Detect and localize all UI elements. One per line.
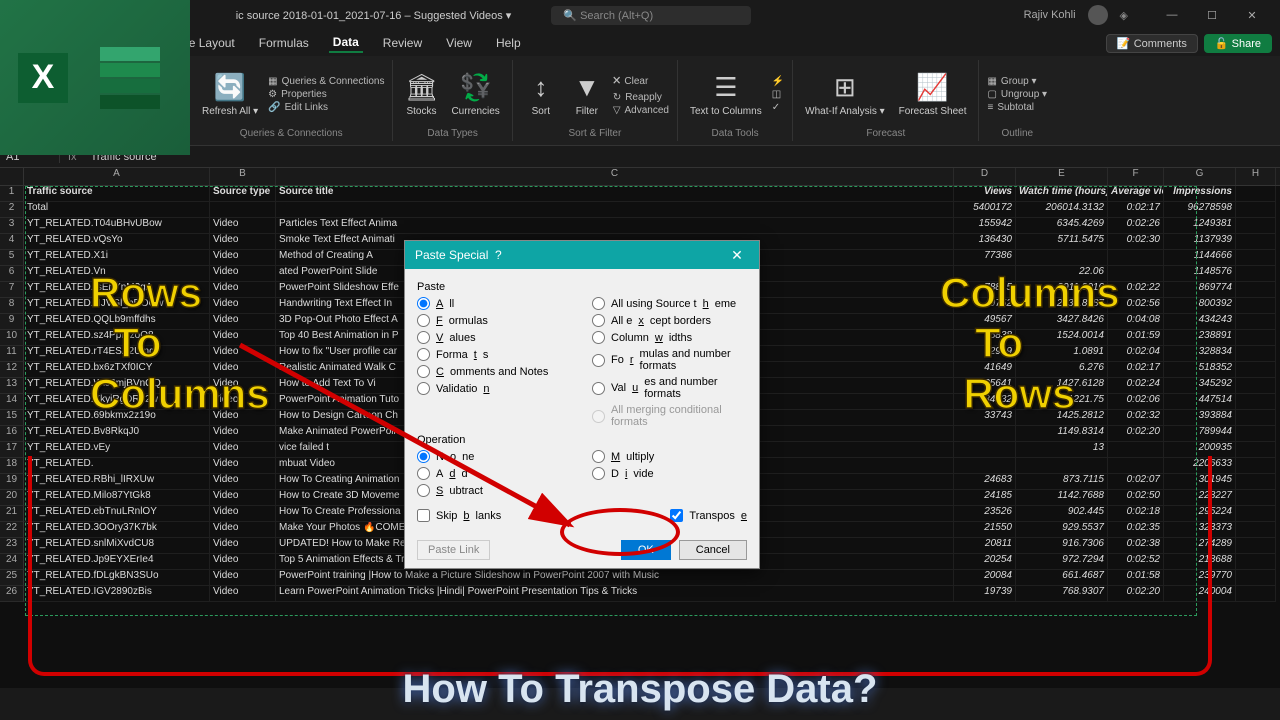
check-skip-blanks[interactable]: Skip blanks xyxy=(417,507,501,524)
radio-subtract[interactable]: Subtract xyxy=(417,482,572,499)
radio-except-borders[interactable]: All except borders xyxy=(592,312,747,329)
radio-formulas-formats[interactable]: Formulas and number formats xyxy=(592,346,747,374)
reapply-button[interactable]: ↻ Reapply xyxy=(613,92,669,103)
radio-add[interactable]: Add xyxy=(417,465,572,482)
menu-bar: File Home Insert Page Layout Formulas Da… xyxy=(0,30,1280,56)
dialog-close-icon[interactable]: ✕ xyxy=(725,247,749,264)
col-G[interactable]: G xyxy=(1164,168,1236,185)
paste-special-dialog: Paste Special ? ✕ Paste All Formulas Val… xyxy=(404,240,760,569)
menu-formulas[interactable]: Formulas xyxy=(255,34,313,52)
radio-multiply[interactable]: Multiply xyxy=(592,448,747,465)
user-avatar-icon[interactable] xyxy=(1088,5,1108,25)
diamond-icon[interactable]: ◈ xyxy=(1120,9,1128,22)
group-label: Queries & Connections xyxy=(198,126,384,139)
stocks-button[interactable]: 🏛Stocks xyxy=(401,70,441,119)
menu-view[interactable]: View xyxy=(442,34,476,52)
document-title[interactable]: ic source 2018-01-01_2021-07-16 – Sugges… xyxy=(236,9,512,22)
dialog-help-icon[interactable]: ? xyxy=(488,248,508,262)
table-row[interactable]: 25 YT_RELATED.fDLgkBN3SUoVideoPowerPoint… xyxy=(0,570,1280,586)
sort-button[interactable]: ↕Sort xyxy=(521,70,561,119)
flash-fill-icon[interactable]: ⚡ xyxy=(772,76,784,87)
col-H[interactable]: H xyxy=(1236,168,1276,185)
radio-formulas[interactable]: Formulas xyxy=(417,312,572,329)
table-row[interactable]: 26 YT_RELATED.IGV2890zBisVideoLearn Powe… xyxy=(0,586,1280,602)
column-headers: A B C D E F G H xyxy=(0,168,1280,186)
filter-button[interactable]: ▼Filter xyxy=(567,70,607,119)
col-B[interactable]: B xyxy=(210,168,276,185)
col-A[interactable]: A xyxy=(24,168,210,185)
radio-formats[interactable]: Formats xyxy=(417,346,572,363)
video-caption: How To Transpose Data? xyxy=(0,667,1280,712)
data-validation-icon[interactable]: ✓ xyxy=(772,102,784,113)
ungroup-button[interactable]: ▢ Ungroup ▾ xyxy=(987,89,1047,100)
radio-validation[interactable]: Validation xyxy=(417,380,572,397)
remove-dup-icon[interactable]: ◫ xyxy=(772,89,784,100)
col-D[interactable]: D xyxy=(954,168,1016,185)
radio-none[interactable]: None xyxy=(417,448,572,465)
radio-all[interactable]: All xyxy=(417,295,572,312)
radio-col-widths[interactable]: Column widths xyxy=(592,329,747,346)
radio-divide[interactable]: Divide xyxy=(592,465,747,482)
search-input[interactable]: 🔍 Search (Alt+Q) xyxy=(551,6,751,25)
radio-source-theme[interactable]: All using Source theme xyxy=(592,295,747,312)
menu-data[interactable]: Data xyxy=(329,33,363,53)
col-C[interactable]: C xyxy=(276,168,954,185)
overlay-rows-to-columns: Rows ToColumns xyxy=(90,268,270,419)
table-row[interactable]: 2 Total 5400172206014.3132 0:02:17962785… xyxy=(0,202,1280,218)
comments-button[interactable]: 📝 Comments xyxy=(1106,34,1198,53)
properties-button[interactable]: ⚙ Properties xyxy=(268,89,384,100)
check-transpose[interactable]: Transpose xyxy=(670,507,747,524)
radio-values-formats[interactable]: Values and number formats xyxy=(592,374,747,402)
ok-button[interactable]: OK xyxy=(621,540,671,560)
paste-link-button: Paste Link xyxy=(417,540,490,560)
clear-button[interactable]: 🗙 Clear xyxy=(613,73,669,90)
window-titlebar: AutoSave ic source 2018-01-01_2021-07-16… xyxy=(0,0,1280,30)
subtotal-button[interactable]: ≡ Subtotal xyxy=(987,102,1047,113)
dialog-title: Paste Special xyxy=(415,248,488,262)
maximize-button[interactable]: ☐ xyxy=(1192,1,1232,29)
radio-merge-conditional: All merging conditional formats xyxy=(592,402,747,430)
refresh-all-button[interactable]: 🔄Refresh All ▾ xyxy=(198,70,262,119)
menu-review[interactable]: Review xyxy=(379,34,426,52)
group-label: Data Tools xyxy=(686,126,784,139)
group-label: Data Types xyxy=(401,126,503,139)
menu-help[interactable]: Help xyxy=(492,34,525,52)
operation-group-label: Operation xyxy=(417,434,747,446)
radio-values[interactable]: Values xyxy=(417,329,572,346)
forecast-sheet-button[interactable]: 📈Forecast Sheet xyxy=(895,70,971,119)
overlay-columns-to-rows: Columns To Rows xyxy=(940,268,1120,419)
radio-comments[interactable]: Comments and Notes xyxy=(417,363,572,380)
formula-bar: A1 fx Traffic source xyxy=(0,146,1280,168)
group-button[interactable]: ▦ Group ▾ xyxy=(987,76,1047,87)
group-label: Sort & Filter xyxy=(521,126,669,139)
excel-logo-overlay: X xyxy=(0,0,190,155)
table-row[interactable]: 3 YT_RELATED.T04uBHvUBowVideoParticles T… xyxy=(0,218,1280,234)
col-E[interactable]: E xyxy=(1016,168,1108,185)
group-label: Outline xyxy=(987,126,1047,139)
minimize-button[interactable]: — xyxy=(1152,1,1192,29)
advanced-button[interactable]: ▽ Advanced xyxy=(613,105,669,116)
queries-connections-button[interactable]: ▦ Queries & Connections xyxy=(268,76,384,87)
user-name[interactable]: Rajiv Kohli xyxy=(1024,9,1076,21)
cancel-button[interactable]: Cancel xyxy=(679,540,747,560)
currencies-button[interactable]: 💱Currencies xyxy=(447,70,503,119)
col-F[interactable]: F xyxy=(1108,168,1164,185)
dialog-titlebar[interactable]: Paste Special ? ✕ xyxy=(405,241,759,269)
share-button[interactable]: 🔓 Share xyxy=(1204,34,1272,53)
group-label: Forecast xyxy=(801,126,970,139)
text-to-columns-button[interactable]: ☰Text to Columns xyxy=(686,70,766,119)
ribbon: Get Sources Existing Connections 🔄Refres… xyxy=(0,56,1280,146)
whatif-button[interactable]: ⊞What-If Analysis ▾ xyxy=(801,70,889,119)
edit-links-button[interactable]: 🔗 Edit Links xyxy=(268,102,384,113)
close-button[interactable]: ✕ xyxy=(1232,1,1272,29)
paste-group-label: Paste xyxy=(417,281,747,293)
